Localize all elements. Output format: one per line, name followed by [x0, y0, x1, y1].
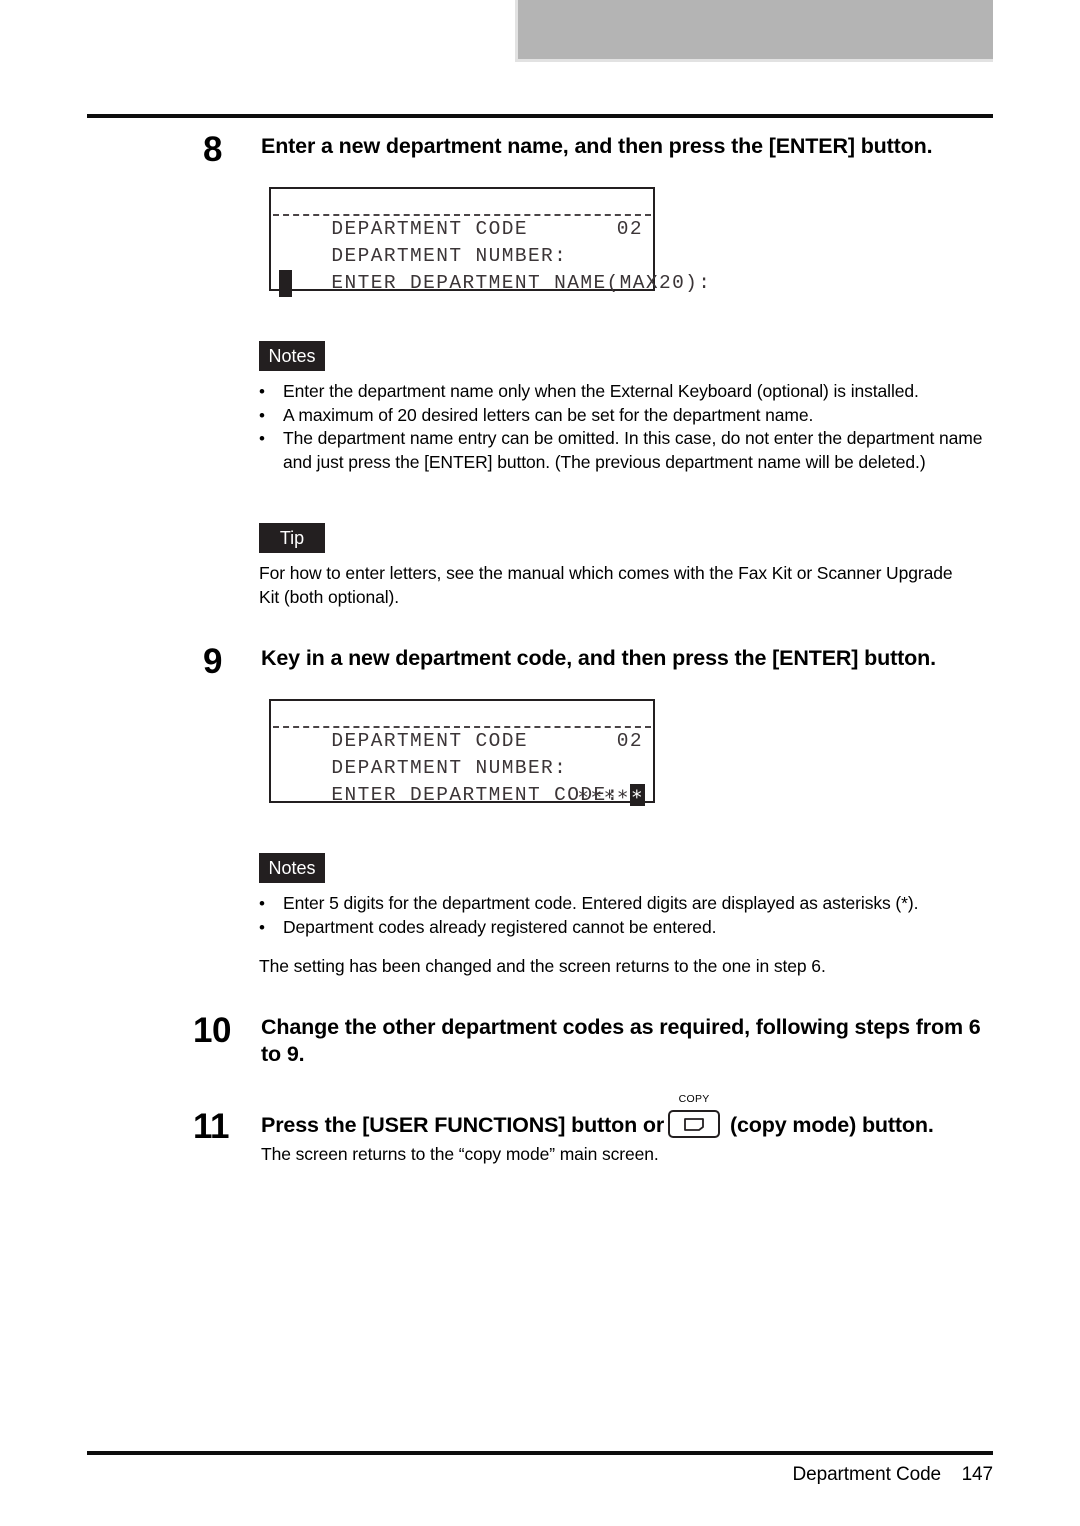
- bullet-icon: •: [259, 917, 265, 937]
- page-footer: Department Code 147: [0, 1464, 994, 1486]
- step-10-number: 10: [193, 1011, 231, 1050]
- lcd-screen-department-code: DEPARTMENT CODE DEPARTMENT NUMBER: 02 EN…: [269, 699, 655, 806]
- step-11-title: Press the [USER FUNCTIONS] button or COPY…: [261, 1093, 1021, 1139]
- notes-1-item-0: • Enter the department name only when th…: [259, 380, 999, 404]
- step-11-title-after: (copy mode) button.: [729, 1113, 934, 1137]
- step-10-title: Change the other department codes as req…: [261, 1015, 981, 1066]
- lcd2-line-2-value: 02: [616, 730, 643, 752]
- header-divider-rule: [87, 114, 993, 118]
- bullet-icon: •: [259, 405, 265, 425]
- notes-2-after-text: The setting has been changed and the scr…: [259, 956, 826, 976]
- footer-divider-rule: [87, 1451, 993, 1455]
- lcd2-cursor-asterisk: ∗: [629, 784, 645, 806]
- footer-page-number: 147: [961, 1464, 994, 1485]
- notes-badge-1: Notes: [259, 341, 325, 371]
- notes-1-item-2-text: The department name entry can be omitted…: [283, 428, 983, 472]
- step-8-number: 8: [203, 130, 222, 169]
- step-11-number: 11: [193, 1107, 230, 1146]
- notes-badge-2: Notes: [259, 853, 325, 883]
- bullet-icon: •: [259, 382, 265, 401]
- step-11-title-before: Press the [USER FUNCTIONS] button or: [261, 1113, 665, 1137]
- lcd2-line-2: DEPARTMENT NUMBER: 02: [271, 728, 653, 779]
- tip-badge: Tip: [259, 523, 325, 553]
- step-9-number: 9: [203, 642, 222, 681]
- notes-1-item-0-text: Enter the department name only when the …: [283, 381, 919, 401]
- bullet-icon: •: [259, 894, 265, 913]
- lcd2-line-4: ∗∗∗∗∗: [271, 782, 653, 809]
- lcd2-asterisks: ∗∗∗∗: [577, 784, 630, 806]
- copy-icon-label: COPY: [678, 1093, 710, 1105]
- step-8-title: Enter a new department name, and then pr…: [261, 134, 933, 158]
- step-9: 9 Key in a new department code, and then…: [203, 642, 1003, 681]
- copy-mode-button-icon[interactable]: COPY: [668, 1093, 721, 1138]
- step-11-subtext: The screen returns to the “copy mode” ma…: [261, 1144, 659, 1164]
- notes-list-1: • Enter the department name only when th…: [259, 380, 999, 474]
- lcd1-line-2-value: 02: [616, 218, 643, 240]
- lcd1-line-1: DEPARTMENT CODE: [271, 189, 653, 240]
- notes-2-item-0: • Enter 5 digits for the department code…: [259, 892, 999, 916]
- lcd2-line-1: DEPARTMENT CODE: [271, 701, 653, 752]
- lcd1-line-2: DEPARTMENT NUMBER: 02: [271, 216, 653, 267]
- notes-1-item-1: • A maximum of 20 desired letters can be…: [259, 404, 999, 428]
- footer-section-title: Department Code: [792, 1464, 942, 1485]
- lcd1-line-3: ENTER DEPARTMENT NAME(MAX20):: [271, 243, 710, 294]
- notes-list-2: • Enter 5 digits for the department code…: [259, 892, 999, 939]
- notes-2-item-1-text: Department codes already registered cann…: [283, 916, 717, 937]
- lcd1-line-4: [271, 270, 653, 297]
- lcd-screen-department-name: DEPARTMENT CODE DEPARTMENT NUMBER: 02 EN…: [269, 187, 710, 297]
- copy-page-glyph-icon: [684, 1118, 705, 1131]
- lcd2-masked-code: ∗∗∗∗∗: [577, 782, 645, 809]
- step-11: 11 Press the [USER FUNCTIONS] button or C…: [193, 1093, 1023, 1164]
- lcd2-line-3: ENTER DEPARTMENT CODE:: [271, 755, 653, 806]
- notes-1-item-1-text: A maximum of 20 desired letters can be s…: [283, 404, 814, 425]
- notes-2-item-0-text: Enter 5 digits for the department code. …: [283, 893, 919, 913]
- bullet-icon: •: [259, 429, 265, 448]
- step-8: 8 Enter a new department name, and then …: [203, 130, 1003, 169]
- lcd1-text-cursor: [279, 270, 292, 297]
- tip-text: For how to enter letters, see the manual…: [259, 563, 953, 607]
- step-11-body: Press the [USER FUNCTIONS] button or COPY…: [261, 1093, 1021, 1164]
- step-9-title: Key in a new department code, and then p…: [261, 646, 936, 670]
- step-10: 10 Change the other department codes as …: [193, 1011, 1003, 1068]
- header-gray-band: [515, 0, 993, 62]
- notes-2-item-1: • Department codes already registered ca…: [259, 916, 999, 940]
- notes-1-item-2: • The department name entry can be omitt…: [259, 427, 999, 474]
